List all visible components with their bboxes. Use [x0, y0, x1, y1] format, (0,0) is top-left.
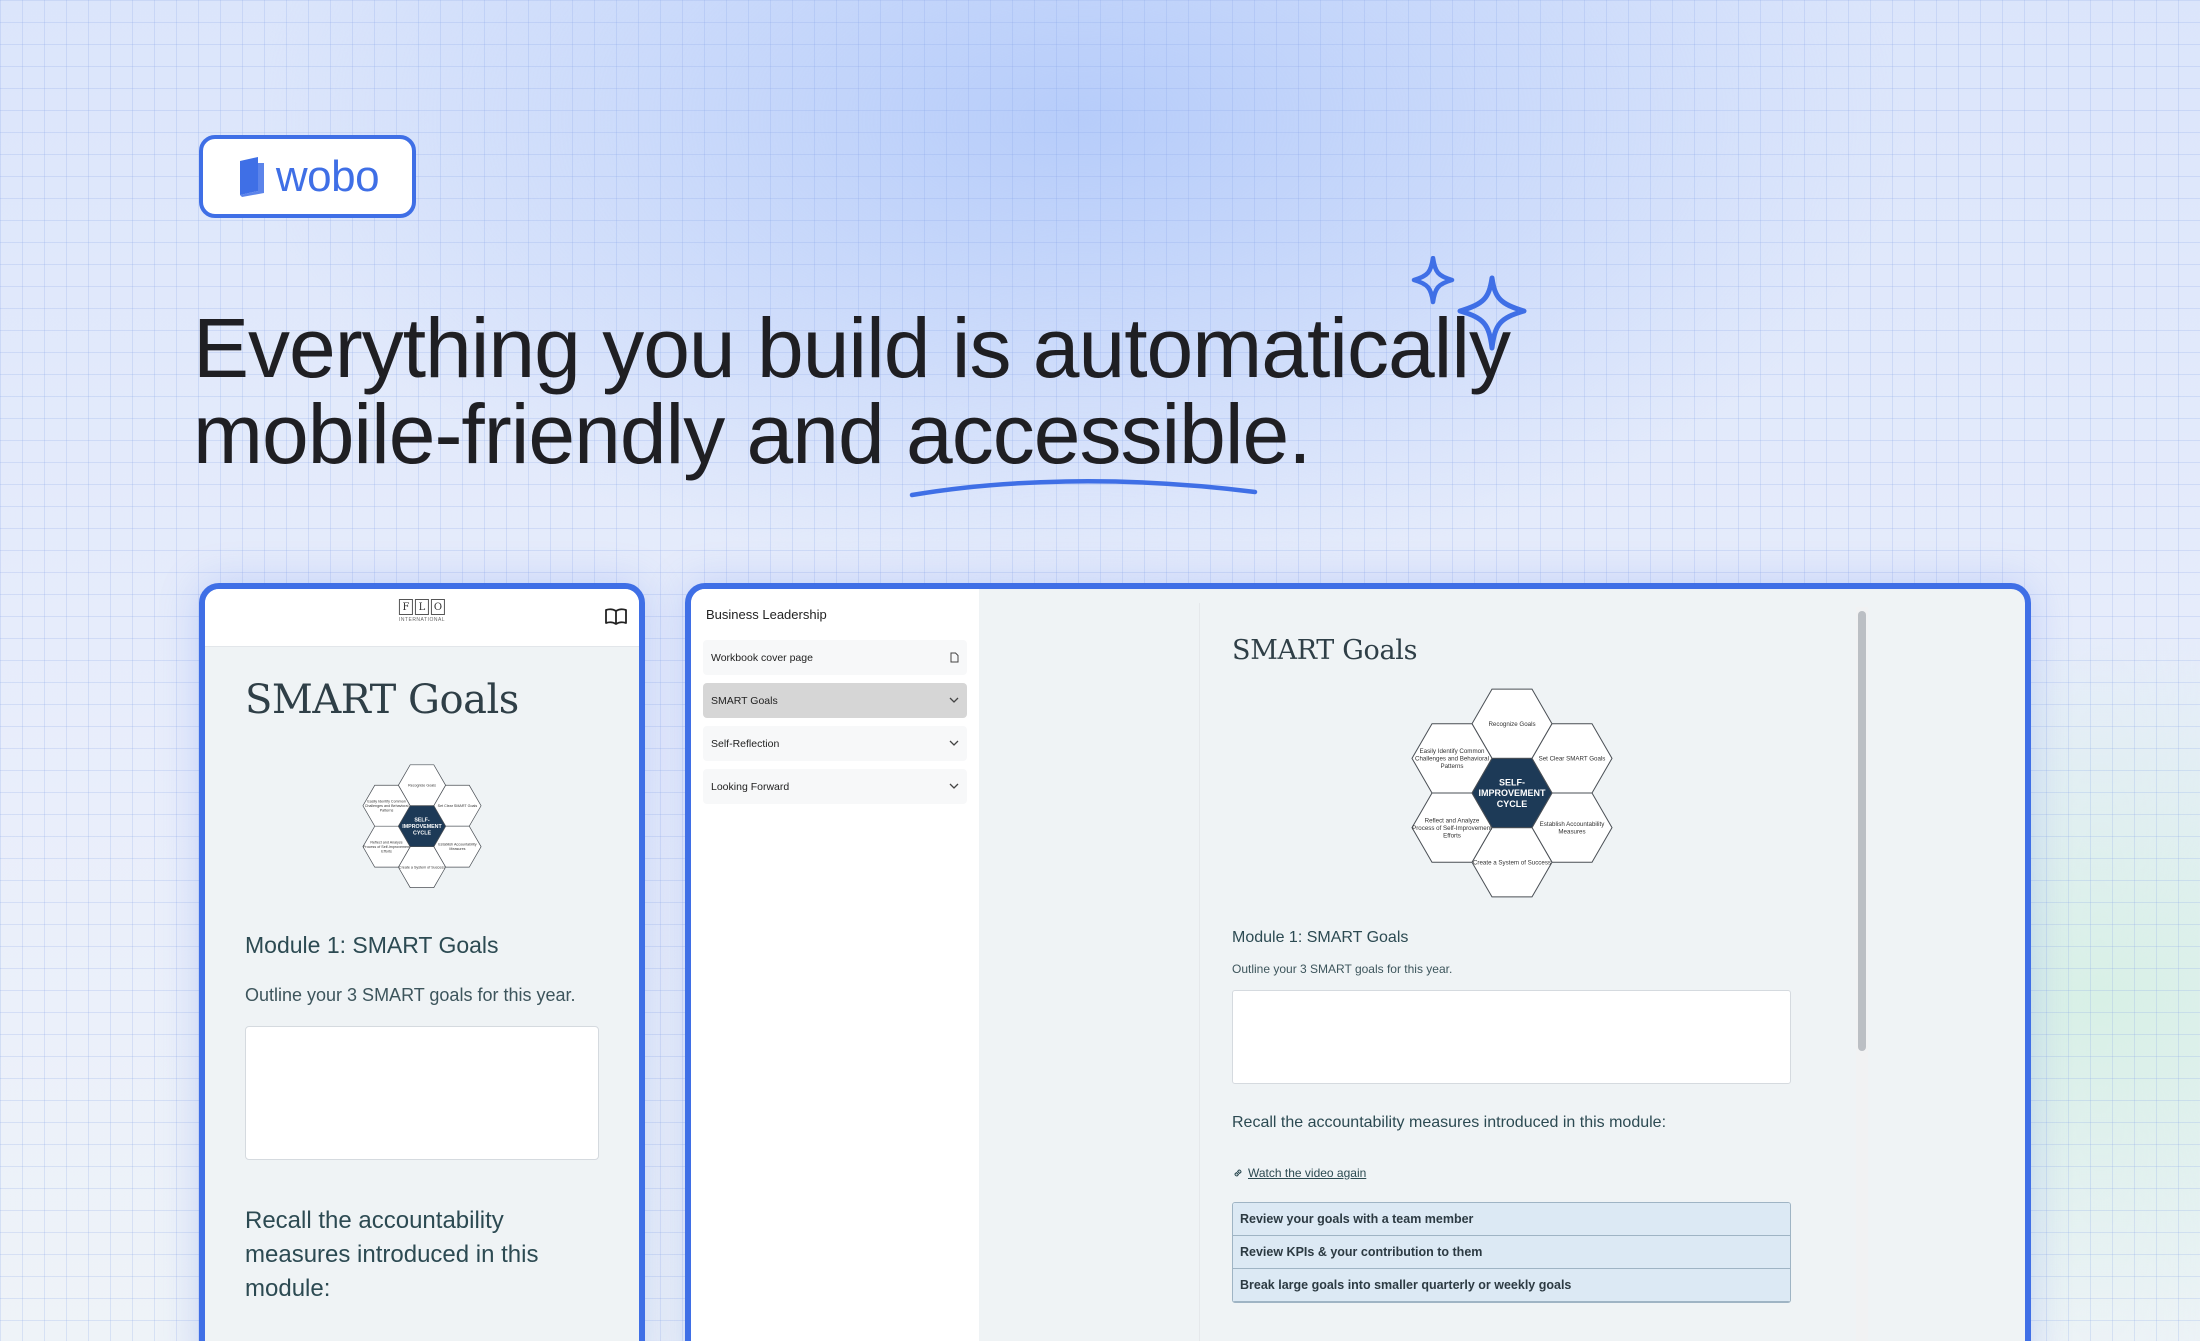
chevron-down-icon — [949, 697, 959, 703]
sidebar-title: Business Leadership — [706, 607, 827, 622]
logo-subtitle: INTERNATIONAL — [398, 617, 446, 623]
chevron-down-icon — [949, 740, 959, 746]
page-title: SMART Goals — [245, 677, 519, 723]
list-item[interactable]: Break large goals into smaller quarterly… — [1233, 1269, 1790, 1302]
scrollbar-thumb[interactable] — [1858, 611, 1866, 1051]
module-heading: Module 1: SMART Goals — [245, 932, 499, 958]
accountability-measures-list: Review your goals with a team member Rev… — [1232, 1202, 1791, 1303]
logo-letter: L — [414, 599, 429, 615]
main-content: SMART Goals Recognize Goals Set Clear SMA… — [1199, 603, 1823, 1341]
headline-line-2: mobile-friendly and accessible. — [193, 391, 1510, 477]
outline-prompt: Outline your 3 SMART goals for this year… — [1232, 962, 1453, 976]
sidebar-item-label: Workbook cover page — [711, 651, 813, 664]
sidebar-item-label: Looking Forward — [711, 780, 790, 793]
sidebar-item-self-reflection[interactable]: Self-Reflection — [703, 726, 967, 761]
page-title: SMART Goals — [1232, 635, 1418, 666]
squiggle-underline — [909, 479, 1258, 498]
watch-video-link[interactable]: Watch the video again — [1232, 1166, 1791, 1180]
desktop-preview: Business Leadership Workbook cover page … — [685, 583, 2031, 1341]
headline-suffix: . — [1288, 387, 1311, 481]
diagram-cell-label: Set Clear SMART Goals — [438, 804, 478, 808]
sidebar-item-label: Self-Reflection — [711, 737, 780, 750]
logo-letter: F — [398, 599, 413, 615]
diagram-cell-label: Recognize Goals — [1488, 721, 1535, 728]
mobile-preview: F L O INTERNATIONAL SMART Goals Recogniz… — [199, 583, 645, 1341]
list-item[interactable]: Review KPIs & your contribution to them — [1233, 1236, 1790, 1269]
page-icon — [950, 652, 959, 663]
sidebar-item-label: SMART Goals — [711, 694, 778, 707]
headline-line-2-prefix: mobile-friendly and — [193, 387, 907, 481]
sidebar-item-smart-goals[interactable]: SMART Goals — [703, 683, 967, 718]
sidebar: Business Leadership Workbook cover page … — [691, 589, 979, 1341]
chevron-down-icon — [949, 783, 959, 789]
book-icon[interactable] — [605, 607, 627, 625]
mobile-header: F L O INTERNATIONAL — [205, 589, 639, 647]
goals-textarea[interactable] — [1232, 990, 1791, 1084]
diagram-cell-label: Create a System of Success — [1472, 859, 1550, 866]
sparkle-icon — [1411, 256, 1527, 351]
outline-prompt: Outline your 3 SMART goals for this year… — [245, 985, 576, 1005]
sidebar-item-looking-forward[interactable]: Looking Forward — [703, 769, 967, 804]
headline-line-1: Everything you build is automatically — [193, 301, 1511, 395]
sidebar-item-workbook-cover[interactable]: Workbook cover page — [703, 640, 967, 675]
self-improvement-cycle-diagram: Recognize GoalsSet Clear SMART GoalsEsta… — [1410, 688, 1613, 898]
flo-logo: F L O INTERNATIONAL — [399, 599, 445, 623]
book-logo-icon — [239, 156, 264, 197]
diagram-cell-label: Recognize Goals — [408, 784, 436, 788]
module-heading: Module 1: SMART Goals — [1232, 929, 1409, 946]
goals-textarea[interactable] — [245, 1026, 599, 1160]
diagram-cell-label: Set Clear SMART Goals — [1538, 756, 1605, 763]
recall-heading: Recall the accountability measures intro… — [1232, 1114, 1667, 1131]
diagram-cell-label: Create a System of Success — [399, 865, 445, 869]
watch-video-label: Watch the video again — [1248, 1166, 1367, 1180]
self-improvement-cycle-diagram: Recognize GoalsSet Clear SMART GoalsEsta… — [362, 764, 482, 888]
brand-name: wobo — [275, 151, 380, 201]
link-icon — [1234, 1169, 1242, 1177]
logo-letter: O — [430, 599, 445, 615]
headline: Everything you build is automatically mo… — [193, 301, 1511, 477]
wobo-logo[interactable]: wobo — [199, 135, 416, 218]
list-item[interactable]: Review your goals with a team member — [1233, 1203, 1790, 1236]
recall-heading: Recall the accountability measures intro… — [245, 1207, 539, 1302]
